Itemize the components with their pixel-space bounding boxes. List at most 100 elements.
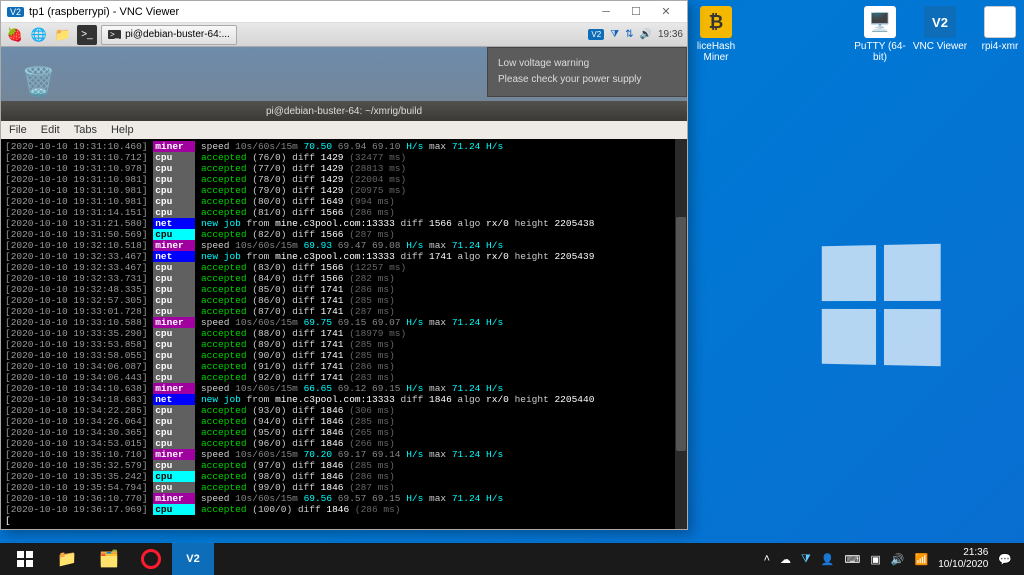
taskbar-folder-icon[interactable]: 🗂️ bbox=[88, 543, 130, 575]
terminal-titlebar[interactable]: pi@debian-buster-64: ~/xmrig/build bbox=[1, 101, 687, 121]
log-line: [2020-10-10 19:34:30.365] cpu accepted (… bbox=[5, 427, 683, 438]
log-line: [2020-10-10 19:35:32.579] cpu accepted (… bbox=[5, 460, 683, 471]
taskbar-opera-icon[interactable] bbox=[130, 543, 172, 575]
log-line: [2020-10-10 19:32:33.467] net new job fr… bbox=[5, 251, 683, 262]
task-button-terminal[interactable]: >_ pi@debian-buster-64:... bbox=[101, 25, 237, 45]
log-line: [2020-10-10 19:34:18.683] net new job fr… bbox=[5, 394, 683, 405]
log-line: [2020-10-10 19:32:10.518] miner speed 10… bbox=[5, 240, 683, 251]
vnc-icon: V2 bbox=[924, 6, 956, 38]
desktop-icon-label: liceHash Miner bbox=[686, 41, 746, 63]
start-button[interactable] bbox=[4, 543, 46, 575]
log-line: [2020-10-10 19:31:10.978] cpu accepted (… bbox=[5, 163, 683, 174]
network-icon[interactable]: ⇅ bbox=[625, 29, 633, 40]
terminal-window: pi@debian-buster-64: ~/xmrig/build File … bbox=[1, 101, 687, 529]
log-line: [2020-10-10 19:31:50.569] cpu accepted (… bbox=[5, 229, 683, 240]
desktop-icon-label: VNC Viewer bbox=[910, 41, 970, 52]
log-line: [2020-10-10 19:31:10.981] cpu accepted (… bbox=[5, 185, 683, 196]
log-line: [2020-10-10 19:35:35.242] cpu accepted (… bbox=[5, 471, 683, 482]
tray-notifications-icon[interactable]: 💬 bbox=[998, 553, 1012, 566]
desktop-icon-putty[interactable]: 🖥️ PuTTY (64-bit) bbox=[850, 6, 910, 63]
terminal-scrollbar[interactable] bbox=[675, 139, 687, 529]
close-button[interactable]: ✕ bbox=[651, 5, 681, 18]
scrollbar-thumb[interactable] bbox=[676, 217, 686, 451]
tray-wifi-icon[interactable]: 📶 bbox=[915, 553, 929, 566]
log-line: [2020-10-10 19:33:10.588] miner speed 10… bbox=[5, 317, 683, 328]
log-line: [2020-10-10 19:33:58.055] cpu accepted (… bbox=[5, 350, 683, 361]
menu-help[interactable]: Help bbox=[111, 124, 134, 136]
terminal-icon[interactable]: >_ bbox=[77, 25, 97, 45]
vnc-titlebar[interactable]: V2 tp1 (raspberrypi) - VNC Viewer ─ ☐ ✕ bbox=[1, 1, 687, 23]
log-line: [2020-10-10 19:31:10.460] miner speed 10… bbox=[5, 141, 683, 152]
menu-tabs[interactable]: Tabs bbox=[74, 124, 97, 136]
terminal-body[interactable]: [2020-10-10 19:31:10.460] miner speed 10… bbox=[1, 139, 687, 529]
log-line: [2020-10-10 19:33:01.728] cpu accepted (… bbox=[5, 306, 683, 317]
terminal-cursor: [ bbox=[5, 515, 683, 526]
log-line: [2020-10-10 19:31:10.981] cpu accepted (… bbox=[5, 174, 683, 185]
menu-edit[interactable]: Edit bbox=[41, 124, 60, 136]
windows-taskbar: 📁 🗂️ V2 ˄ ☁ ⧩ 👤 ⌨ ▣ 🔊 📶 21:36 10/10/2020… bbox=[0, 543, 1024, 575]
bitcoin-icon: ₿ bbox=[700, 6, 732, 38]
desktop-icon-rpi4xmr[interactable]: rpi4-xmr bbox=[970, 6, 1024, 52]
voltage-line2: Please check your power supply bbox=[498, 72, 676, 88]
terminal-small-icon: >_ bbox=[108, 30, 121, 39]
vnc-titlebar-icon: V2 bbox=[7, 7, 24, 17]
log-line: [2020-10-10 19:32:48.335] cpu accepted (… bbox=[5, 284, 683, 295]
pi-clock[interactable]: 19:36 bbox=[658, 29, 683, 40]
voltage-line1: Low voltage warning bbox=[498, 56, 676, 72]
terminal-menubar: File Edit Tabs Help bbox=[1, 121, 687, 139]
files-icon[interactable]: 📁 bbox=[53, 25, 73, 45]
tray-onedrive-icon[interactable]: ☁ bbox=[780, 553, 791, 566]
desktop-icon-nicehash[interactable]: ₿ liceHash Miner bbox=[686, 6, 746, 63]
pi-taskbar: 🍓 🌐 📁 >_ >_ pi@debian-buster-64:... V2 ⧩… bbox=[1, 23, 687, 47]
log-line: [2020-10-10 19:31:10.981] cpu accepted (… bbox=[5, 196, 683, 207]
tray-app-icon[interactable]: ▣ bbox=[870, 553, 880, 566]
maximize-button[interactable]: ☐ bbox=[621, 5, 651, 18]
browser-icon[interactable]: 🌐 bbox=[29, 25, 49, 45]
log-line: [2020-10-10 19:33:35.290] cpu accepted (… bbox=[5, 328, 683, 339]
taskbar-clock[interactable]: 21:36 10/10/2020 bbox=[938, 547, 988, 571]
log-line: [2020-10-10 19:34:26.064] cpu accepted (… bbox=[5, 416, 683, 427]
log-line: [2020-10-10 19:32:33.731] cpu accepted (… bbox=[5, 273, 683, 284]
tray-language-icon[interactable]: ⌨ bbox=[845, 553, 861, 566]
log-line: [2020-10-10 19:31:14.151] cpu accepted (… bbox=[5, 207, 683, 218]
tray-volume-icon[interactable]: 🔊 bbox=[891, 553, 905, 566]
log-line: [2020-10-10 19:34:22.285] cpu accepted (… bbox=[5, 405, 683, 416]
log-line: [2020-10-10 19:31:10.712] cpu accepted (… bbox=[5, 152, 683, 163]
clock-time: 21:36 bbox=[938, 547, 988, 559]
tray-chevron-up-icon[interactable]: ˄ bbox=[764, 553, 770, 565]
pi-trash-icon[interactable]: 🗑️ bbox=[21, 65, 59, 103]
log-line: [2020-10-10 19:32:33.467] cpu accepted (… bbox=[5, 262, 683, 273]
menu-file[interactable]: File bbox=[9, 124, 27, 136]
tray-bluetooth-icon[interactable]: ⧩ bbox=[801, 553, 811, 566]
bluetooth-icon[interactable]: ⧩ bbox=[610, 29, 619, 40]
terminal-title-text: pi@debian-buster-64: ~/xmrig/build bbox=[266, 106, 422, 117]
volume-icon[interactable]: 🔊 bbox=[640, 29, 652, 40]
log-line: [2020-10-10 19:31:21.580] net new job fr… bbox=[5, 218, 683, 229]
log-line: [2020-10-10 19:33:53.858] cpu accepted (… bbox=[5, 339, 683, 350]
file-icon bbox=[984, 6, 1016, 38]
task-button-label: pi@debian-buster-64:... bbox=[125, 29, 230, 40]
windows-logo bbox=[822, 244, 941, 367]
vnc-tray-icon[interactable]: V2 bbox=[588, 29, 604, 40]
vnc-window: V2 tp1 (raspberrypi) - VNC Viewer ─ ☐ ✕ … bbox=[0, 0, 688, 530]
taskbar-vnc-icon[interactable]: V2 bbox=[172, 543, 214, 575]
desktop-icon-vncviewer[interactable]: V2 VNC Viewer bbox=[910, 6, 970, 52]
raspberry-icon[interactable]: 🍓 bbox=[5, 25, 25, 45]
desktop-icon-label: PuTTY (64-bit) bbox=[850, 41, 910, 63]
log-line: [2020-10-10 19:35:54.794] cpu accepted (… bbox=[5, 482, 683, 493]
desktop-icon-label: rpi4-xmr bbox=[970, 41, 1024, 52]
vnc-content: 🍓 🌐 📁 >_ >_ pi@debian-buster-64:... V2 ⧩… bbox=[1, 23, 687, 529]
tray-people-icon[interactable]: 👤 bbox=[821, 553, 835, 566]
log-line: [2020-10-10 19:34:06.087] cpu accepted (… bbox=[5, 361, 683, 372]
minimize-button[interactable]: ─ bbox=[591, 6, 621, 18]
log-line: [2020-10-10 19:35:10.710] miner speed 10… bbox=[5, 449, 683, 460]
voltage-warning: Low voltage warning Please check your po… bbox=[487, 47, 687, 97]
clock-date: 10/10/2020 bbox=[938, 559, 988, 571]
log-line: [2020-10-10 19:36:17.969] cpu accepted (… bbox=[5, 504, 683, 515]
putty-icon: 🖥️ bbox=[864, 6, 896, 38]
log-line: [2020-10-10 19:32:57.305] cpu accepted (… bbox=[5, 295, 683, 306]
taskbar-explorer-icon[interactable]: 📁 bbox=[46, 543, 88, 575]
log-line: [2020-10-10 19:34:10.638] miner speed 10… bbox=[5, 383, 683, 394]
log-line: [2020-10-10 19:34:06.443] cpu accepted (… bbox=[5, 372, 683, 383]
vnc-title-text: tp1 (raspberrypi) - VNC Viewer bbox=[29, 6, 179, 18]
